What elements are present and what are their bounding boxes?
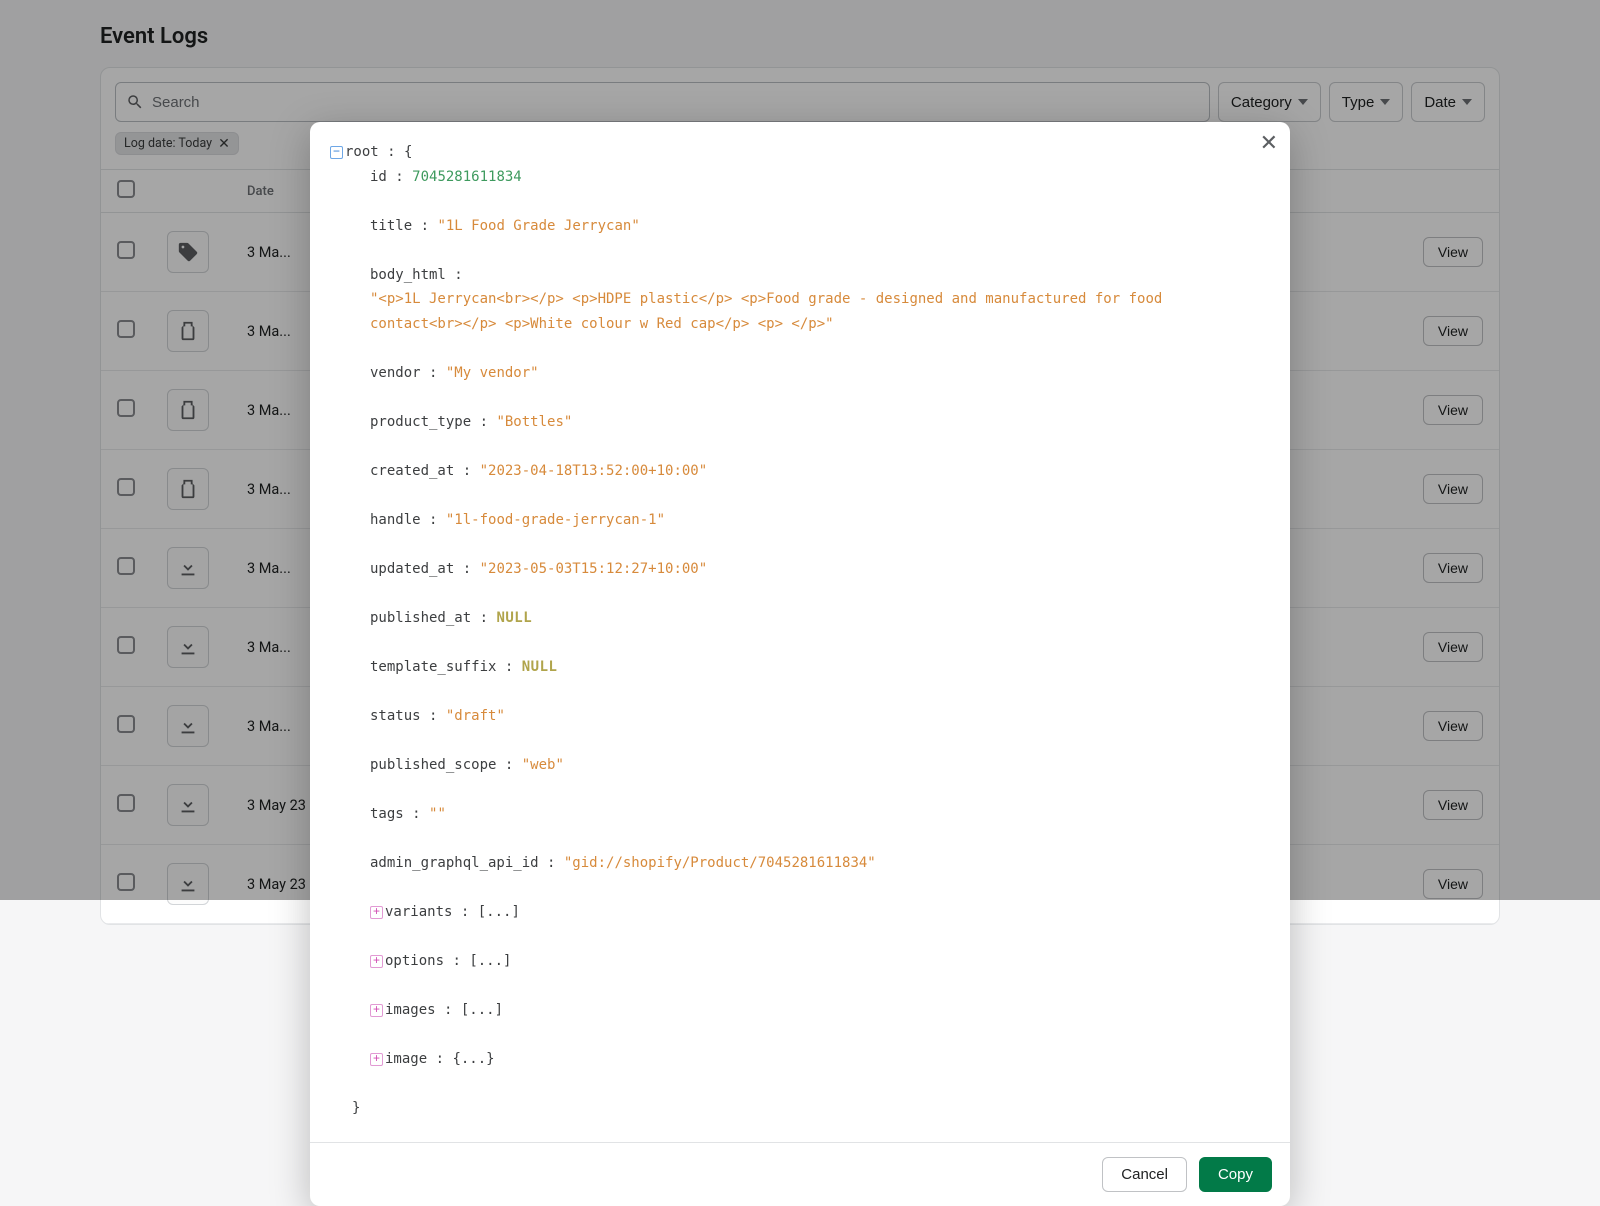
expand-toggle[interactable]: + (370, 955, 383, 968)
copy-button[interactable]: Copy (1199, 1157, 1272, 1192)
expand-toggle[interactable]: + (370, 1053, 383, 1066)
json-string: "1l-food-grade-jerrycan-1" (446, 512, 665, 528)
json-key: admin_graphql_api_id (370, 855, 539, 871)
json-key: body_html (370, 267, 446, 283)
collapse-toggle[interactable]: − (330, 146, 343, 159)
json-string: "" (429, 806, 446, 822)
json-key: options (385, 953, 444, 969)
modal-overlay[interactable]: ✕ −root : { id : 7045281611834 title : "… (0, 0, 1600, 900)
json-string: "draft" (446, 708, 505, 724)
json-key: vendor (370, 365, 421, 381)
json-key: image (385, 1051, 427, 1067)
json-string: "2023-05-03T15:12:27+10:00" (480, 561, 708, 577)
json-viewer: −root : { id : 7045281611834 title : "1L… (310, 122, 1290, 1142)
json-key: variants (385, 904, 452, 920)
expand-toggle[interactable]: + (370, 906, 383, 919)
json-null: NULL (522, 659, 558, 675)
json-key: tags (370, 806, 404, 822)
json-collapsed: [...] (478, 904, 520, 920)
json-string: "1L Food Grade Jerrycan" (437, 218, 639, 234)
json-collapsed: [...] (461, 1002, 503, 1018)
json-string: "gid://shopify/Product/7045281611834" (564, 855, 876, 871)
modal-footer: Cancel Copy (310, 1142, 1290, 1206)
json-modal: ✕ −root : { id : 7045281611834 title : "… (310, 122, 1290, 1206)
json-key: root (345, 144, 379, 160)
json-key: title (370, 218, 412, 234)
json-key: created_at (370, 463, 454, 479)
json-key: published_scope (370, 757, 496, 773)
json-string: "My vendor" (446, 365, 539, 381)
json-key: images (385, 1002, 436, 1018)
json-key: published_at (370, 610, 471, 626)
json-collapsed: {...} (452, 1051, 494, 1067)
json-string: "<p>1L Jerrycan<br></p> <p>HDPE plastic<… (370, 287, 1200, 336)
expand-toggle[interactable]: + (370, 1004, 383, 1017)
json-key: status (370, 708, 421, 724)
json-key: updated_at (370, 561, 454, 577)
json-number: 7045281611834 (412, 169, 522, 185)
json-string: "Bottles" (496, 414, 572, 430)
json-key: handle (370, 512, 421, 528)
json-string: "2023-04-18T13:52:00+10:00" (480, 463, 708, 479)
cancel-button[interactable]: Cancel (1102, 1157, 1187, 1192)
json-null: NULL (496, 610, 532, 626)
json-key: template_suffix (370, 659, 496, 675)
close-icon: ✕ (1260, 130, 1278, 155)
json-key: id (370, 169, 387, 185)
json-string: "web" (522, 757, 564, 773)
json-collapsed: [...] (469, 953, 511, 969)
modal-close-button[interactable]: ✕ (1260, 132, 1278, 154)
json-key: product_type (370, 414, 471, 430)
